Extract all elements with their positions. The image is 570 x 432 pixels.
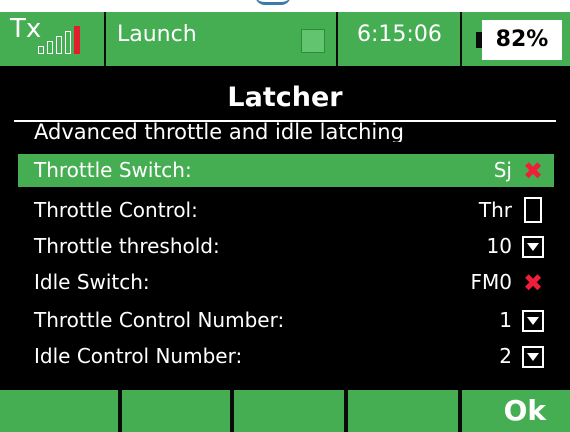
top-edge-fragment [0, 0, 570, 12]
row-throttle-control[interactable]: Throttle Control: Thr [18, 194, 554, 227]
row-throttle-switch[interactable]: Throttle Switch: Sj ✖ [18, 154, 554, 187]
row-label: Idle Switch: [34, 270, 150, 294]
dropdown-arrow-icon[interactable] [522, 310, 544, 332]
row-label: Throttle Switch: [34, 158, 192, 182]
dropdown-arrow-icon[interactable] [522, 346, 544, 368]
battery-indicator: 82% [482, 20, 562, 60]
title-divider [14, 120, 556, 122]
row-throttle-threshold[interactable]: Throttle threshold: 10 [18, 230, 554, 263]
ok-label: Ok [503, 394, 546, 427]
row-value: Thr [478, 198, 512, 222]
clock: 6:15:06 [357, 22, 442, 47]
softkey-3[interactable] [234, 390, 344, 432]
row-idle-control-number[interactable]: Idle Control Number: 2 [18, 340, 554, 373]
status-square-icon [301, 29, 325, 53]
row-value: 2 [499, 344, 512, 368]
battery-percent: 82% [495, 27, 549, 52]
checkbox[interactable] [524, 197, 542, 223]
signal-bars-icon [38, 22, 98, 58]
row-value: 1 [499, 308, 512, 332]
x-icon[interactable]: ✖ [522, 271, 544, 295]
softkey-4[interactable] [348, 390, 458, 432]
row-label: Idle Control Number: [34, 344, 243, 368]
softkey-bar: Ok [0, 390, 570, 432]
row-throttle-control-number[interactable]: Throttle Control Number: 1 [18, 304, 554, 337]
softkey-1[interactable] [0, 390, 110, 432]
status-bar: Tx Launch 6:15:06 82% [0, 12, 570, 66]
row-label: Throttle Control Number: [34, 308, 285, 332]
signal-indicator: Tx [0, 12, 104, 66]
row-label: Throttle Control: [34, 198, 198, 222]
row-value: Sj [493, 158, 512, 182]
row-value: 10 [486, 234, 512, 258]
dropdown-arrow-icon[interactable] [522, 236, 544, 258]
row-idle-switch[interactable]: Idle Switch: FM0 ✖ [18, 266, 554, 299]
row-label: Throttle threshold: [34, 234, 220, 258]
model-name: Launch [117, 22, 197, 47]
row-value: FM0 [470, 270, 512, 294]
x-icon[interactable]: ✖ [522, 159, 544, 183]
tx-label: Tx [10, 14, 42, 44]
softkey-2[interactable] [122, 390, 232, 432]
ok-button[interactable]: Ok [462, 390, 570, 432]
page-title: Latcher [227, 82, 343, 113]
